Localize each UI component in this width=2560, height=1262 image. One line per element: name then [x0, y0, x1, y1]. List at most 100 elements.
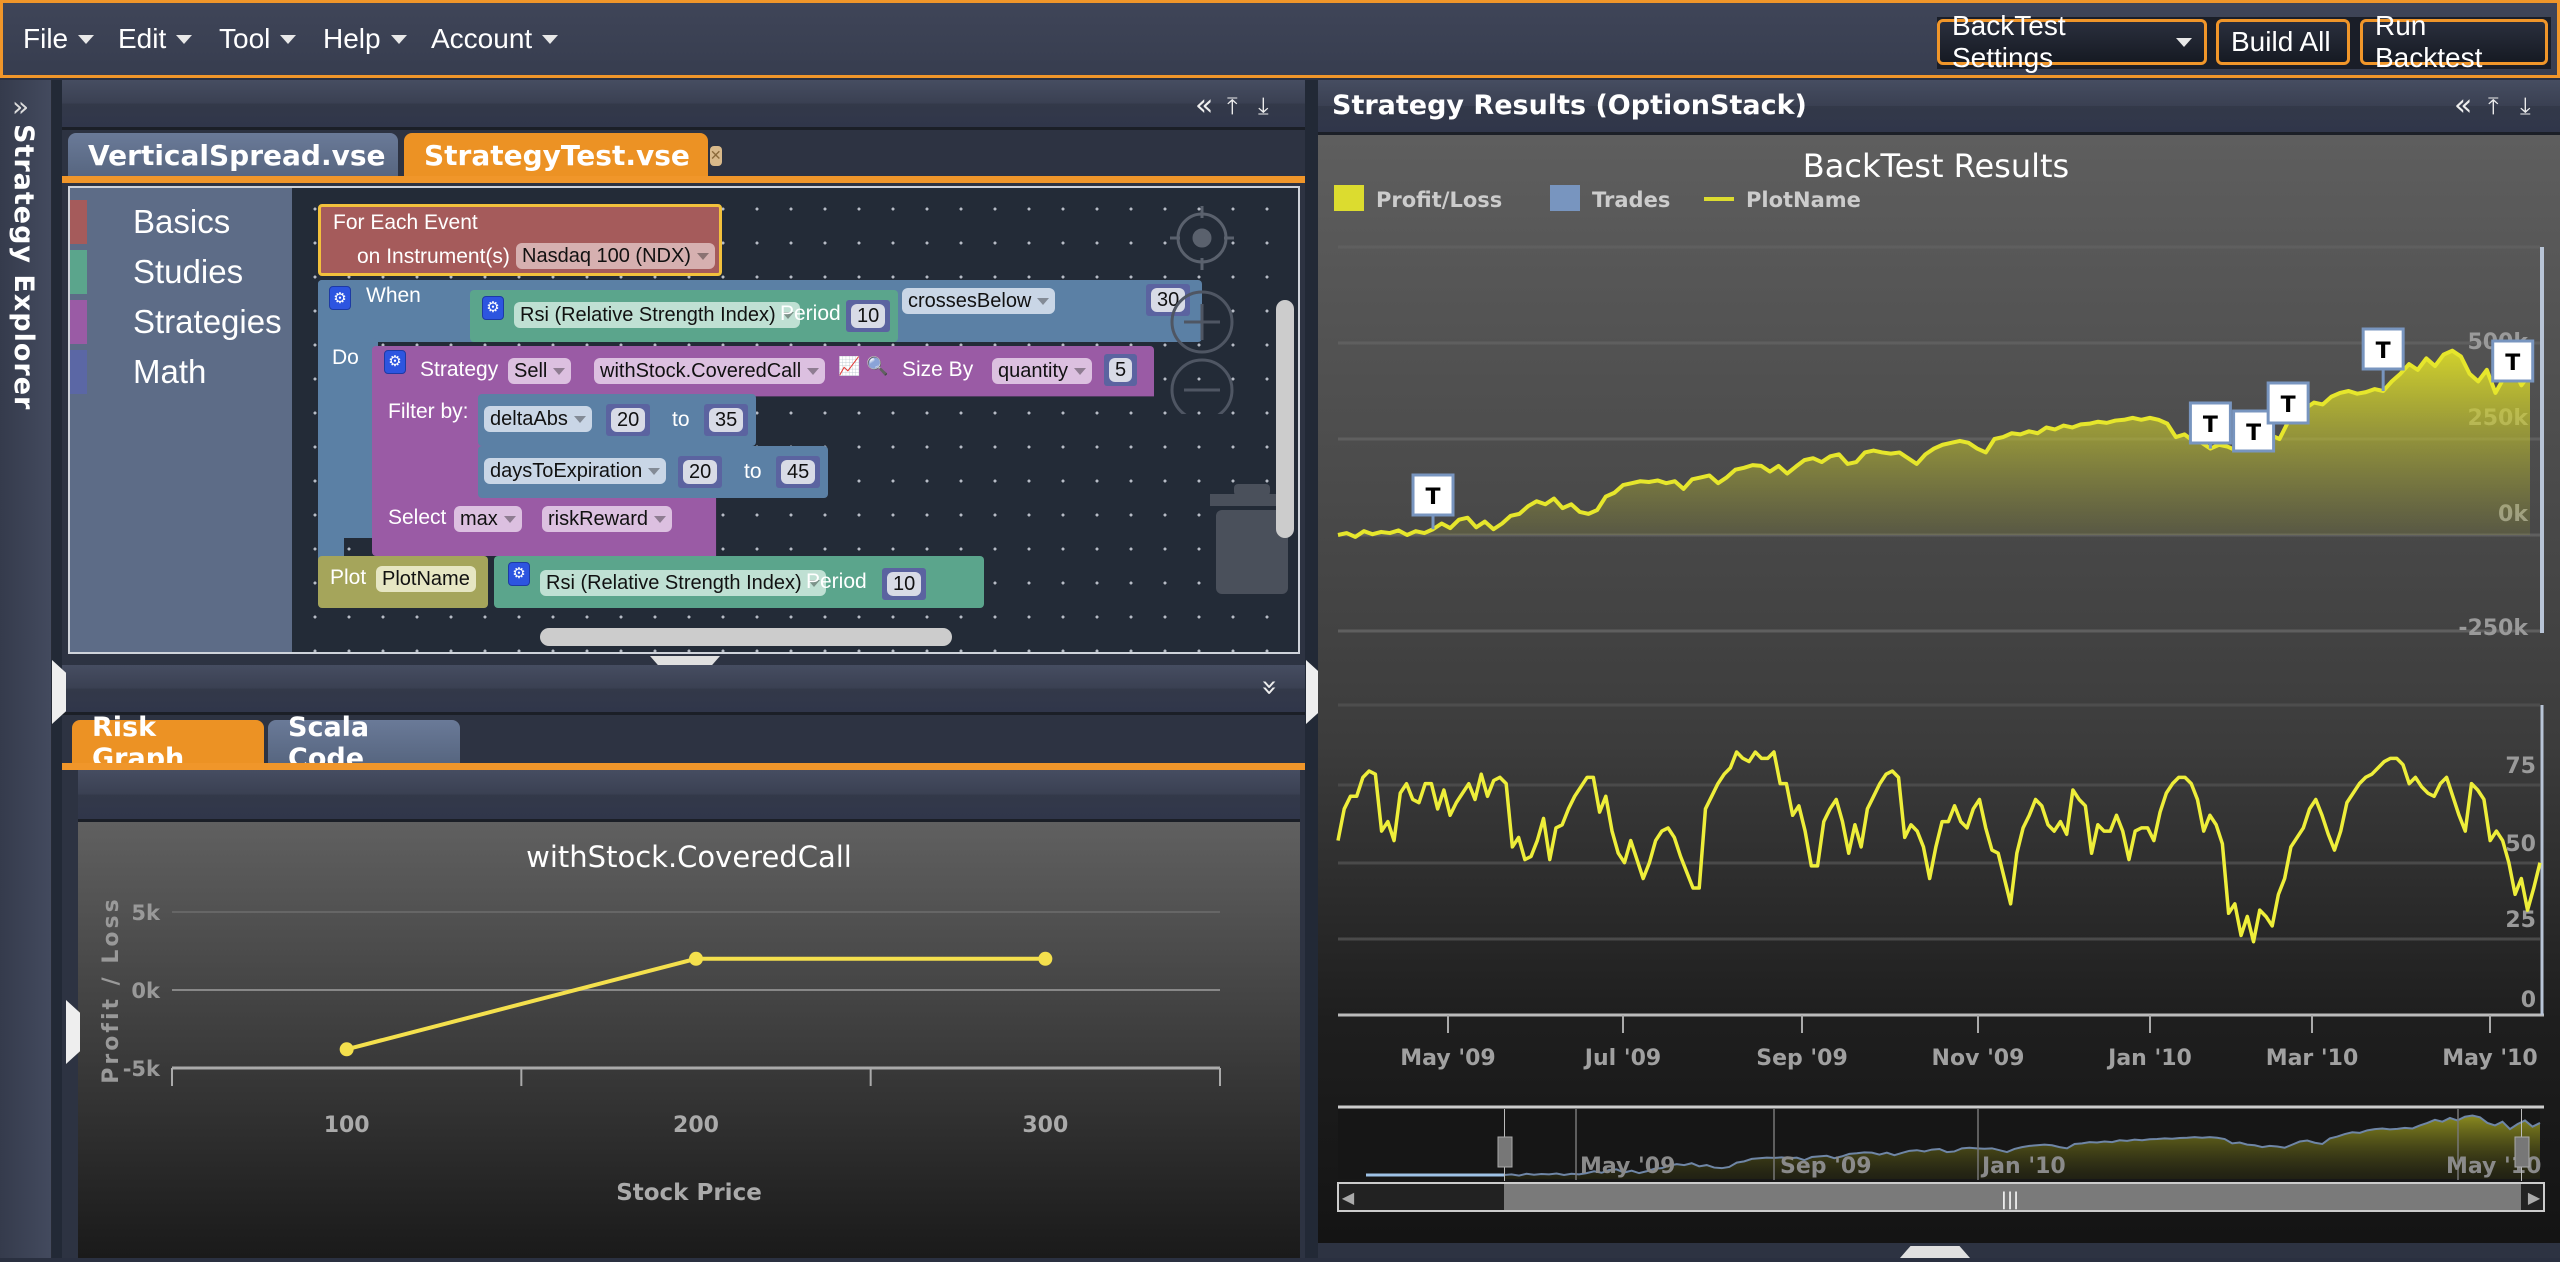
select-field-dropdown[interactable]: riskReward: [542, 506, 673, 532]
block-label: For Each Event: [333, 211, 478, 234]
filter-from-input[interactable]: 20: [606, 404, 651, 436]
toolbox-category-strategies[interactable]: Strategies: [70, 296, 292, 348]
filter-dte-block[interactable]: daysToExpiration 20 to 45: [478, 446, 828, 498]
x-tick-label: 200: [673, 1113, 719, 1138]
menu-account[interactable]: Account: [431, 23, 559, 55]
y-tick-label: -250k: [2458, 616, 2529, 641]
horizontal-split-handle[interactable]: [1900, 1246, 1970, 1258]
dropdown-arrow-icon: [696, 252, 709, 260]
minimize-down-icon[interactable]: ⤓: [1258, 92, 1269, 120]
select-block[interactable]: Select max riskReward: [372, 498, 678, 540]
build-all-button[interactable]: Build All: [2216, 19, 2350, 65]
strategy-type-dropdown[interactable]: withStock.CoveredCall: [594, 358, 826, 384]
menu-edit[interactable]: Edit: [118, 23, 193, 55]
filter-to-input[interactable]: 45: [776, 456, 821, 488]
backtest-settings-button[interactable]: BackTest Settings: [1937, 10, 2207, 73]
collapse-left-icon[interactable]: «: [1195, 88, 1213, 123]
scroll-right-arrow-icon[interactable]: ▶: [2528, 1188, 2541, 1207]
zoom-in-icon[interactable]: [1170, 290, 1234, 354]
strategy-block[interactable]: ⚙ Strategy Sell withStock.CoveredCall 📈 …: [372, 346, 1154, 398]
block-workspace[interactable]: Basics Studies Strategies Math For Each …: [68, 186, 1300, 654]
study-dropdown[interactable]: Rsi (Relative Strength Index): [540, 570, 826, 596]
backtest-chart: BackTest Results Profit/Loss Trades PlotNam…: [1318, 135, 2560, 1243]
x-tick-label: Mar '10: [2266, 1046, 2359, 1071]
rsi-study-block[interactable]: ⚙ Rsi (Relative Strength Index) Period 1…: [470, 290, 898, 342]
dropdown-arrow-icon: [648, 467, 661, 475]
navigator-right-handle[interactable]: [2514, 1136, 2530, 1168]
x-tick-label: Jul '09: [1583, 1046, 1661, 1071]
menu-label: Tool: [219, 23, 271, 54]
toolbox-category-basics[interactable]: Basics: [70, 196, 292, 248]
expand-chevrons-icon[interactable]: »: [12, 90, 29, 123]
period-input[interactable]: 10: [846, 300, 891, 332]
filter-field-dropdown[interactable]: deltaAbs: [484, 406, 592, 432]
study-dropdown[interactable]: Rsi (Relative Strength Index): [514, 302, 800, 328]
y-tick-label: -5k: [123, 1057, 161, 1081]
block-label: Plot: [330, 566, 367, 589]
size-input[interactable]: 5: [1104, 354, 1138, 386]
zoom-chart-icon[interactable]: 🔍: [866, 356, 888, 377]
tab-label: VerticalSpread.vse: [88, 139, 386, 172]
chart-icon[interactable]: 📈: [838, 356, 860, 377]
maximize-up-icon[interactable]: ⤒: [2488, 92, 2499, 120]
dropdown-value: deltaAbs: [490, 407, 568, 430]
collapse-down-icon[interactable]: »: [1254, 679, 1287, 696]
size-mode-dropdown[interactable]: quantity: [992, 358, 1093, 384]
instrument-dropdown[interactable]: Nasdaq 100 (NDX): [516, 243, 715, 269]
plot-name-input[interactable]: PlotName: [376, 566, 476, 592]
run-backtest-button[interactable]: Run Backtest: [2360, 10, 2548, 73]
recenter-icon[interactable]: [1170, 206, 1234, 270]
condition-dropdown[interactable]: crossesBelow: [902, 288, 1056, 314]
toolbox-category-studies[interactable]: Studies: [70, 246, 292, 298]
y-tick-label: 5k: [131, 901, 161, 925]
collapse-left-icon[interactable]: «: [2454, 88, 2472, 123]
close-icon[interactable]: ✕: [709, 145, 722, 166]
maximize-up-icon[interactable]: ⤒: [1227, 92, 1238, 120]
tab-verticalspread[interactable]: VerticalSpread.vse ✕: [68, 133, 418, 178]
button-label: Run Backtest: [2375, 10, 2483, 73]
menu-label: Edit: [118, 23, 167, 54]
y-tick-label: 75: [2505, 754, 2536, 779]
results-panel-header: Strategy Results (OptionStack) « ⤒ ⤓: [1318, 80, 2560, 135]
menu-file[interactable]: File: [23, 23, 95, 55]
tab-strategytest[interactable]: StrategyTest.vse ✕: [404, 133, 722, 178]
toolbox-category-math[interactable]: Math: [70, 346, 292, 398]
side-dropdown[interactable]: Sell: [508, 358, 572, 384]
dropdown-arrow-icon: [1074, 367, 1087, 375]
x-axis-title: Stock Price: [616, 1180, 762, 1206]
filter-delta-block[interactable]: deltaAbs 20 to 35: [478, 394, 756, 446]
gear-icon[interactable]: ⚙: [508, 562, 530, 586]
y-tick-label: 0k: [131, 979, 161, 1003]
chart-title: withStock.CoveredCall: [526, 840, 852, 874]
button-label: BackTest Settings: [1952, 10, 2066, 73]
scroll-left-arrow-icon[interactable]: ◀: [1342, 1188, 1355, 1207]
menu-tool[interactable]: Tool: [219, 23, 297, 55]
block-toolbox: Basics Studies Strategies Math: [70, 188, 292, 652]
gear-icon[interactable]: ⚙: [384, 350, 406, 374]
block-label: to: [672, 408, 690, 431]
x-tick-label: Nov '09: [1932, 1046, 2025, 1071]
gear-icon[interactable]: ⚙: [329, 286, 351, 310]
filter-field-dropdown[interactable]: daysToExpiration: [484, 458, 667, 484]
navigator-left-handle[interactable]: [1497, 1136, 1513, 1168]
filter-to-input[interactable]: 35: [704, 404, 749, 436]
legend-label: Trades: [1592, 188, 1670, 212]
plot-study-block[interactable]: ⚙ Rsi (Relative Strength Index) Period 1…: [494, 556, 984, 608]
category-label: Basics: [133, 203, 231, 240]
for-each-event-block[interactable]: For Each Event on Instrument(s) Nasdaq 1…: [318, 204, 722, 276]
minimize-down-icon[interactable]: ⤓: [2520, 92, 2531, 120]
filter-from-input[interactable]: 20: [678, 456, 723, 488]
horizontal-scrollbar[interactable]: [540, 628, 952, 646]
period-input[interactable]: 10: [882, 568, 927, 600]
select-mode-dropdown[interactable]: max: [454, 506, 522, 532]
plot-block[interactable]: Plot PlotName: [318, 556, 488, 608]
menu-help[interactable]: Help: [323, 23, 407, 55]
trade-flag-label: T: [2203, 413, 2218, 438]
chart-title: BackTest Results: [1803, 147, 2069, 185]
strategy-explorer-sidebar[interactable]: » Strategy Explorer: [0, 80, 52, 1258]
vertical-scrollbar[interactable]: [1276, 300, 1294, 538]
tab-scala-code[interactable]: Scala Code: [268, 712, 460, 774]
tab-risk-graph[interactable]: Risk Graph: [72, 712, 264, 774]
zoom-out-icon[interactable]: [1170, 358, 1234, 414]
gear-icon[interactable]: ⚙: [482, 296, 504, 320]
